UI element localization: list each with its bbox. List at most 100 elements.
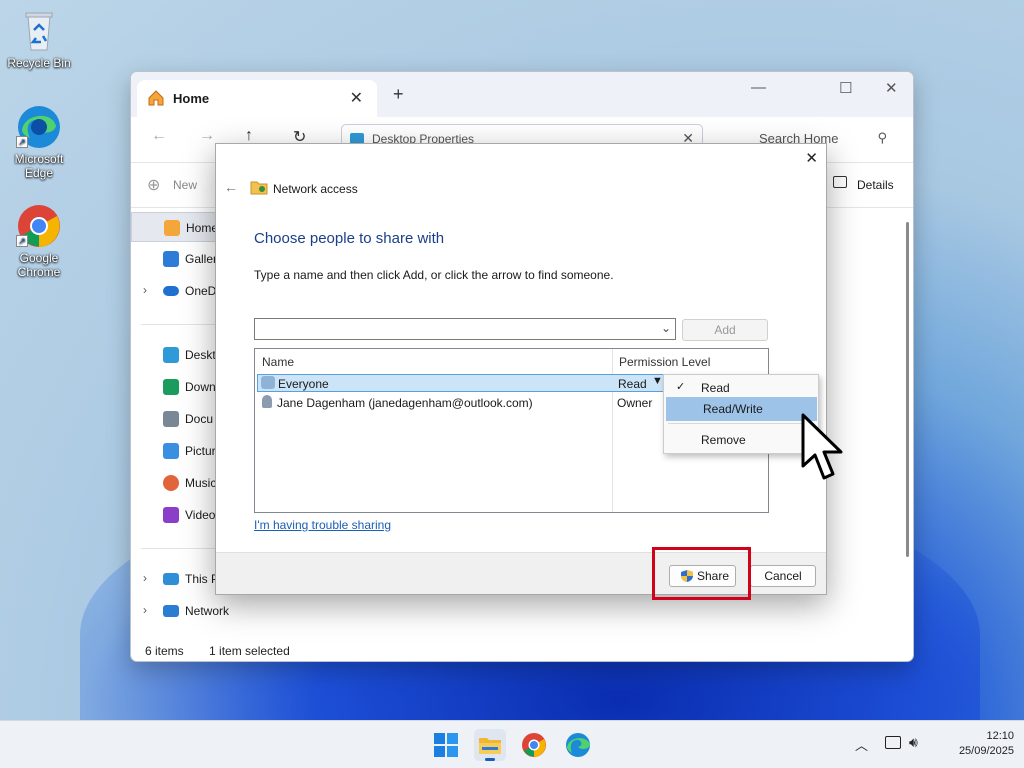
home-icon <box>164 220 180 236</box>
network-icon <box>163 605 179 617</box>
sidebar-item-label: Down <box>185 380 216 394</box>
sidebar-item-label: Network <box>185 604 230 618</box>
row-name: Everyone <box>278 377 329 391</box>
shared-folder-icon <box>250 181 268 195</box>
edge-icon: ↗ <box>16 104 62 150</box>
clock-time: 12:10 <box>986 730 1014 742</box>
shortcut-arrow-icon: ↗ <box>16 235 28 247</box>
share-highlight-box <box>652 547 751 600</box>
row-permission: Owner <box>617 396 653 410</box>
name-input[interactable]: ⌄ <box>254 318 676 340</box>
close-dialog-icon[interactable]: ✕ <box>805 149 818 167</box>
sidebar-item-network[interactable]: › Network <box>131 596 229 626</box>
back-icon[interactable]: ← <box>224 179 238 195</box>
network-access-dialog: ✕ ← Network access Choose people to shar… <box>215 143 827 595</box>
desktop-icon-label: Google Chrome <box>17 251 61 279</box>
sidebar-item-gallery[interactable]: Galler <box>131 244 221 274</box>
close-window-icon[interactable]: ✕ <box>885 79 898 97</box>
chevron-down-icon[interactable]: ⌄ <box>661 321 671 335</box>
cancel-button[interactable]: Cancel <box>750 565 816 587</box>
menu-item-read-write[interactable]: Read/Write <box>666 397 817 421</box>
chevron-right-icon[interactable]: › <box>143 571 147 585</box>
title-bar: Home ✕ + — ☐ ✕ <box>131 72 913 118</box>
sidebar-item-label: Pictur <box>185 444 216 458</box>
sidebar-item-documents[interactable]: Docu <box>131 404 221 434</box>
clock[interactable]: 12:10 25/09/2025 <box>934 729 1014 759</box>
menu-item-remove[interactable]: Remove <box>664 428 818 452</box>
details-button[interactable]: Details <box>857 178 894 192</box>
new-button[interactable]: New <box>173 178 197 192</box>
trouble-sharing-link[interactable]: I'm having trouble sharing <box>254 518 391 532</box>
sidebar-item-label: Video <box>185 508 216 522</box>
chevron-right-icon[interactable]: › <box>143 603 147 617</box>
desktop-icon-label: Recycle Bin <box>7 56 71 70</box>
desktop-icon-chrome[interactable]: ↗ Google Chrome <box>7 203 71 279</box>
row-permission[interactable]: Read <box>618 377 647 391</box>
gallery-icon <box>163 251 179 267</box>
sidebar-item-pictures[interactable]: Pictur <box>131 436 221 466</box>
table-row[interactable]: Jane Dagenham (janedagenham@outlook.com)… <box>257 394 666 412</box>
sidebar-item-desktop[interactable]: Deskt <box>131 340 221 370</box>
clock-date: 25/09/2025 <box>958 745 1014 757</box>
sidebar-item-label: Home <box>186 221 219 235</box>
minimize-icon[interactable]: — <box>751 79 766 96</box>
navigation-pane: Home Galler › OneD Deskt Down Docu Pictu… <box>131 210 229 640</box>
shortcut-arrow-icon: ↗ <box>16 136 28 148</box>
sidebar-item-home[interactable]: Home <box>131 212 221 242</box>
add-button[interactable]: Add <box>682 319 768 341</box>
item-count: 6 items <box>145 644 184 658</box>
scrollbar[interactable] <box>906 222 909 557</box>
menu-item-label: Read/Write <box>703 402 763 416</box>
divider <box>141 548 221 549</box>
chevron-up-icon[interactable]: ︿ <box>855 735 868 754</box>
sidebar-item-downloads[interactable]: Down <box>131 372 221 402</box>
column-header-permission[interactable]: Permission Level <box>619 355 710 369</box>
network-status-icon[interactable] <box>885 736 901 749</box>
permission-context-menu: ✓ Read Read/Write Remove <box>663 374 819 454</box>
status-bar: 6 items 1 item selected <box>145 644 290 658</box>
sidebar-item-onedrive[interactable]: › OneD <box>131 276 221 306</box>
downloads-icon <box>163 379 179 395</box>
dropdown-arrow-icon[interactable]: ▼ <box>652 375 663 387</box>
chrome-icon[interactable] <box>518 729 550 761</box>
forward-icon[interactable]: → <box>199 127 215 145</box>
onedrive-icon <box>163 286 179 296</box>
taskbar: ︿ 🔊︎ 12:10 25/09/2025 <box>0 720 1024 768</box>
group-users-icon <box>261 376 275 389</box>
file-explorer-icon[interactable] <box>474 729 506 761</box>
new-tab-icon[interactable]: + <box>393 84 404 105</box>
column-header-name[interactable]: Name <box>262 355 294 369</box>
recycle-bin-icon <box>16 8 62 54</box>
chevron-right-icon[interactable]: › <box>143 283 147 297</box>
this-pc-icon <box>163 573 179 585</box>
sidebar-item-label: Docu <box>185 412 214 426</box>
mouse-pointer-icon <box>801 413 843 480</box>
volume-icon[interactable]: 🔊︎ <box>909 734 918 751</box>
sidebar-item-music[interactable]: Music <box>131 468 221 498</box>
tab-home[interactable]: Home ✕ <box>137 80 377 118</box>
desktop-icon-edge[interactable]: ↗ Microsoft Edge <box>7 104 71 180</box>
pictures-icon <box>163 443 179 459</box>
sidebar-item-videos[interactable]: Video <box>131 500 221 530</box>
edge-icon[interactable] <box>562 729 594 761</box>
chrome-icon: ↗ <box>16 203 62 249</box>
sidebar-item-label: Galler <box>185 252 218 266</box>
search-icon: ⚲ <box>877 130 887 145</box>
menu-divider <box>668 423 814 424</box>
maximize-icon[interactable]: ☐ <box>839 79 852 97</box>
close-tab-icon[interactable]: ✕ <box>350 88 363 108</box>
active-indicator <box>485 758 495 761</box>
videos-icon <box>163 507 179 523</box>
start-icon[interactable] <box>430 729 462 761</box>
user-icon <box>262 395 272 408</box>
selection-count: 1 item selected <box>209 644 290 658</box>
new-icon[interactable]: ⊕ <box>147 175 160 195</box>
row-name: Jane Dagenham (janedagenham@outlook.com) <box>277 396 533 410</box>
back-icon[interactable]: ← <box>151 127 167 145</box>
sidebar-item-this-pc[interactable]: › This P <box>131 564 221 594</box>
instructions-text: Type a name and then click Add, or click… <box>254 268 614 282</box>
music-icon <box>163 475 179 491</box>
sidebar-item-label: Music <box>185 476 217 490</box>
table-row[interactable]: Everyone Read ▼ <box>257 374 666 392</box>
desktop-icon-recycle-bin[interactable]: Recycle Bin <box>7 8 71 70</box>
